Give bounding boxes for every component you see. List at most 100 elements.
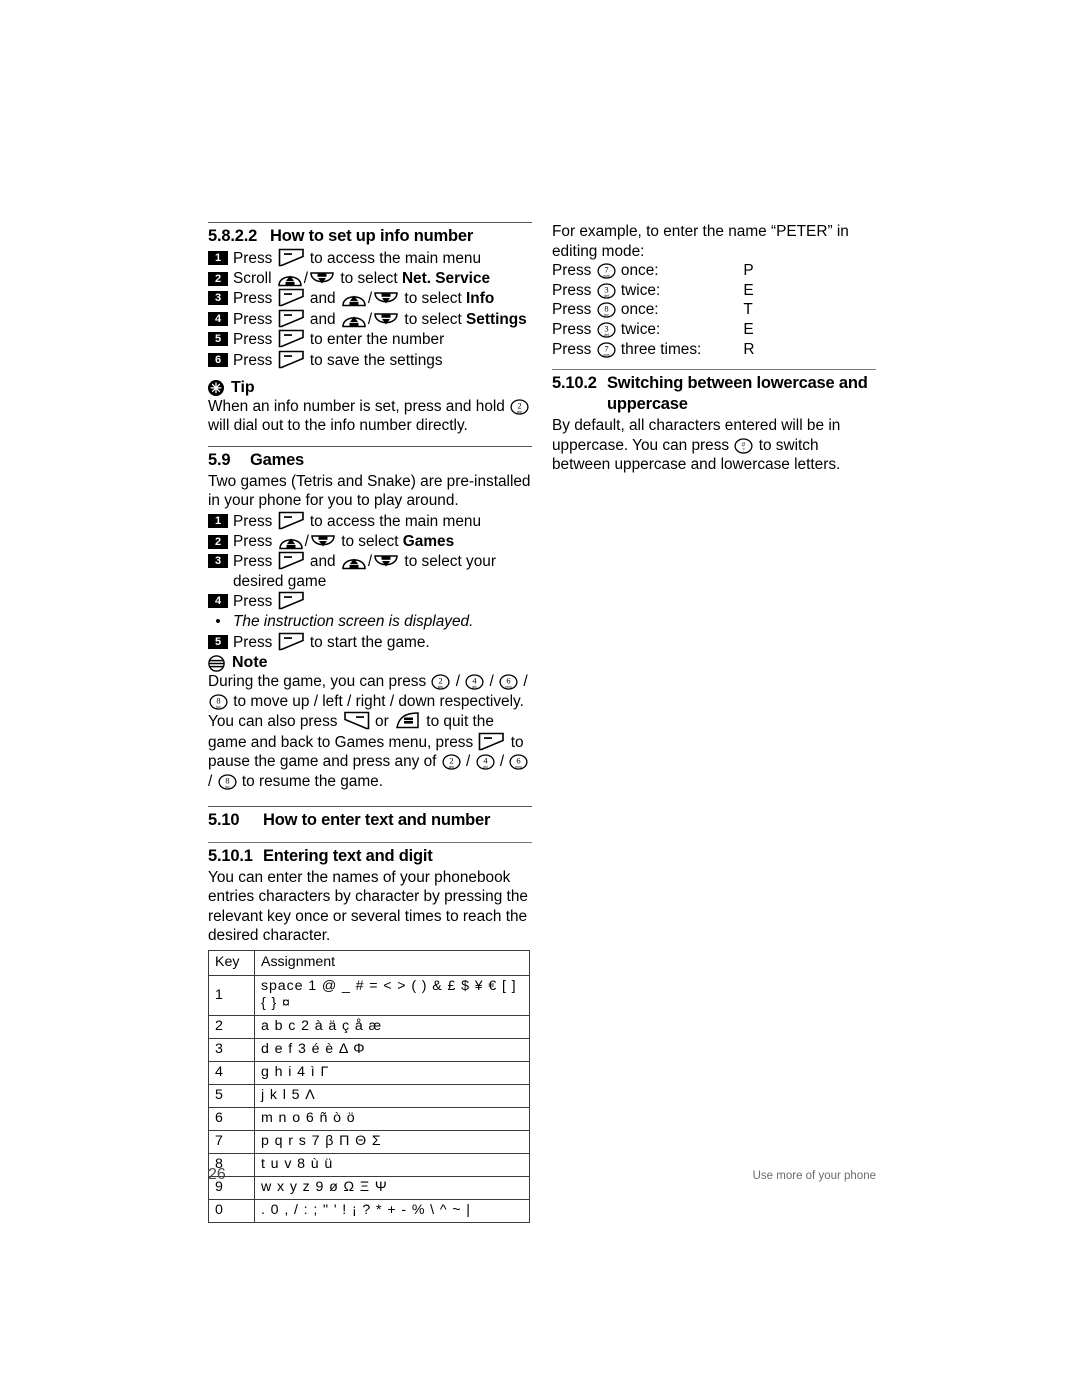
step-marker: 2 — [208, 534, 228, 549]
up-cid-key-icon — [278, 532, 304, 550]
softkey-left-icon — [278, 329, 305, 348]
down-pbk-key-icon — [373, 291, 399, 307]
cell-key: 7 — [208, 1130, 255, 1155]
asterisk-icon: ✳ — [208, 379, 224, 396]
bullet-marker: • — [215, 612, 221, 630]
step-item: 2 Scroll / to select Net. Service — [208, 269, 532, 289]
page-footer: 26 Use more of your phone — [208, 1166, 876, 1184]
left-column: 5.8.2.2 How to set up info number 1 Press… — [208, 222, 532, 1224]
step-text: Press to access the main menu — [233, 248, 481, 267]
key-4-icon: 4 ghi — [476, 754, 495, 771]
softkey-left-icon — [278, 288, 305, 307]
step-text: Press — [233, 591, 532, 612]
tip-label: Tip — [231, 378, 255, 396]
cell-assignment: p q r s 7 β Π Θ Σ — [254, 1130, 530, 1155]
down-pbk-key-icon — [309, 271, 335, 287]
divider — [552, 369, 876, 371]
footer-chapter-title: Use more of your phone — [752, 1170, 876, 1182]
softkey-left-icon — [278, 309, 305, 328]
section-heading-info-number: 5.8.2.2 How to set up info number — [208, 227, 532, 246]
cell-assignment: g h i 4 ì Γ — [254, 1061, 530, 1086]
divider — [208, 805, 532, 807]
svg-text:abc: abc — [449, 765, 455, 769]
section-title: Games — [250, 450, 305, 469]
table-row: 5 j k l 5 Λ — [208, 1084, 530, 1109]
down-pbk-key-icon — [310, 534, 336, 550]
softkey-left-icon — [278, 248, 305, 267]
svg-text:tuv: tuv — [216, 705, 221, 709]
cell-assignment: j k l 5 Λ — [254, 1084, 530, 1109]
section-number: 5.9 — [208, 450, 231, 469]
cell-key: 2 — [208, 1015, 255, 1040]
section-title: Entering text and digit — [263, 846, 433, 865]
steps-games: 1 Press to access the main menu 2 Press … — [208, 511, 532, 652]
up-cid-key-icon — [341, 552, 367, 570]
up-cid-key-icon — [277, 269, 303, 287]
press-instruction: Press 3 def twice: — [552, 281, 661, 299]
key-8-icon: 8 tuv — [209, 694, 228, 710]
cell-assignment: space 1 @ _ # = < > ( ) & £ $ ¥ € [ ] { … — [254, 975, 530, 1017]
softkey-left-icon — [278, 511, 305, 530]
step-text: Press and / to select Settings — [233, 309, 527, 328]
table-row: 6 m n o 6 ñ ò ö — [208, 1107, 530, 1132]
key-7-icon: 7 pqrs — [597, 341, 616, 358]
manual-page: 5.8.2.2 How to set up info number 1 Press… — [208, 222, 876, 1224]
tip-callout-heading: ✳ Tip — [208, 379, 532, 397]
cell-assignment: m n o 6 ñ ò ö — [254, 1107, 530, 1132]
step-text: Press to save the settings — [233, 350, 443, 369]
svg-text:mno: mno — [516, 765, 523, 769]
note-body: During the game, you can press 2 abc / 4g… — [208, 673, 528, 791]
key-7-icon: 7 pqrs — [597, 263, 616, 279]
section-title: Switching between lowercase and — [607, 374, 868, 393]
result-letter: T — [743, 301, 753, 319]
page-number: 26 — [208, 1166, 226, 1183]
step-marker: 1 — [208, 251, 228, 265]
key-2-icon: 2 abc — [431, 674, 450, 690]
softkey-right-icon — [343, 711, 370, 730]
svg-text:ghi: ghi — [483, 765, 488, 769]
section-number: 5.10 — [208, 810, 240, 829]
example-intro: For example, to enter the name “PETER” i… — [552, 223, 849, 260]
section-number: 5.8.2.2 — [208, 227, 258, 245]
softkey-left-icon — [278, 350, 305, 369]
section-title: How to enter text and number — [263, 810, 491, 829]
step-marker: 2 — [208, 271, 228, 286]
key-3-icon: 3 def — [597, 283, 616, 299]
step-marker: 3 — [208, 291, 228, 306]
step-item: 3 Press and / to select your desired gam… — [208, 551, 532, 591]
step-text: Press to enter the number — [233, 329, 445, 349]
press-instruction: Press 7 pqrs once: — [552, 262, 659, 280]
svg-text:ghi: ghi — [473, 685, 478, 689]
step-item: 5 Press to start the game. — [208, 632, 532, 653]
step-text: Press and / to select Info — [233, 288, 495, 308]
up-cid-key-icon — [341, 310, 367, 328]
menu-name: Info — [466, 290, 495, 308]
step-item: 1 Press to access the main menu — [208, 248, 532, 269]
key-6-icon: 6 mno — [499, 674, 518, 690]
step-text: The instruction screen is displayed. — [233, 612, 474, 630]
cell-key: 0 — [208, 1199, 255, 1224]
result-letter: P — [743, 262, 754, 280]
cell-key: 5 — [208, 1084, 255, 1109]
step-marker: 1 — [208, 513, 228, 528]
press-instruction: Press 8 tuv once: — [552, 301, 659, 319]
note-icon — [208, 654, 225, 672]
cell-assignment: d e f 3 é è Δ Φ — [254, 1038, 530, 1063]
section-title-line2: uppercase — [607, 395, 688, 414]
table-row: 7 p q r s 7 β Π Θ Σ — [208, 1130, 530, 1155]
steps-info-number: 1 Press to access the main menu 2 Scroll… — [208, 248, 532, 371]
svg-text:pqrs: pqrs — [603, 274, 610, 278]
section-heading-games: 5.9 Games — [208, 451, 532, 470]
down-pbk-key-icon — [373, 312, 399, 328]
key-8-icon: 8 tuv — [218, 774, 237, 790]
step-marker: 5 — [208, 634, 228, 649]
step-text: Press and / to select your desired game — [233, 551, 496, 590]
esc-off-key-icon — [394, 711, 421, 730]
svg-text:tuv: tuv — [225, 785, 230, 789]
table-row: Press 7 pqrs three times: R — [552, 340, 754, 360]
down-pbk-key-icon — [373, 554, 399, 570]
entering-text-body: You can enter the names of your phoneboo… — [208, 868, 528, 945]
cell-assignment: . 0 , / : ; " ' ! ¡ ? * + - % \ ^ ~ | — [254, 1199, 530, 1224]
right-column: For example, to enter the name “PETER” i… — [552, 222, 876, 1223]
games-intro: Two games (Tetris and Snake) are pre-ins… — [208, 472, 531, 510]
